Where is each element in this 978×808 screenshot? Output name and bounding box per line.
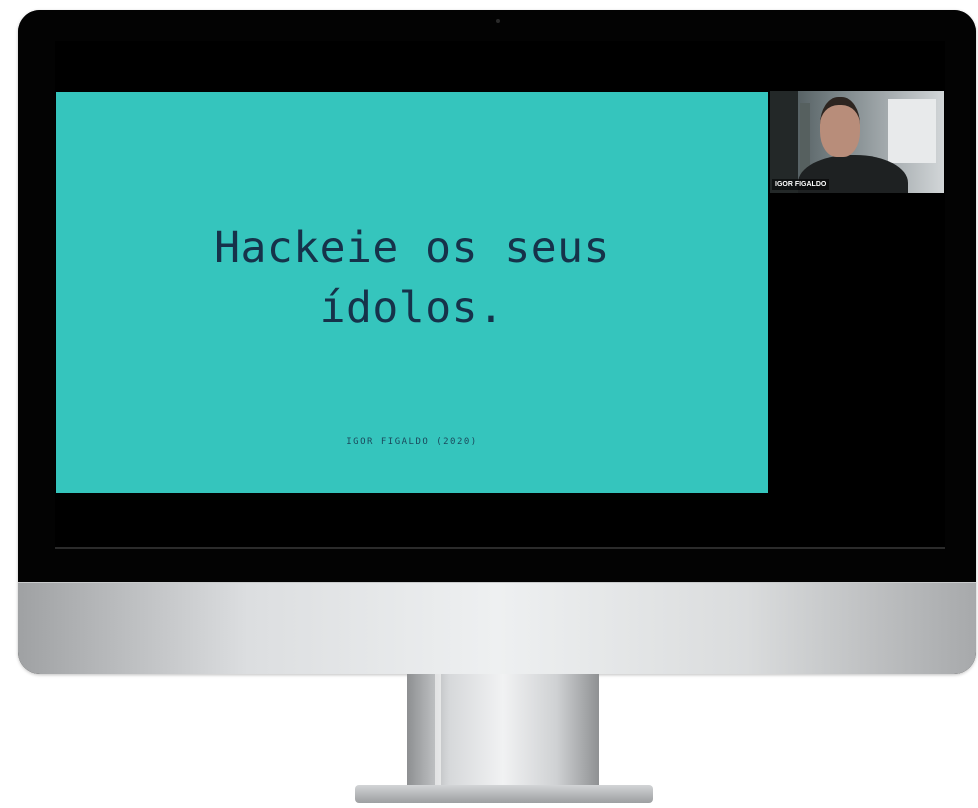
camera-icon bbox=[496, 19, 500, 23]
monitor-bezel: Hackeie os seus ídolos. IGOR FIGALDO (20… bbox=[18, 10, 976, 582]
video-background bbox=[770, 91, 798, 193]
stand-highlight bbox=[435, 674, 441, 792]
monitor-stand bbox=[407, 674, 599, 792]
slide-title-line-1: Hackeie os seus bbox=[214, 223, 610, 273]
participant-face bbox=[820, 97, 860, 157]
video-background bbox=[888, 99, 936, 163]
participant-video-tile[interactable]: IGOR FIGALDO bbox=[770, 91, 944, 193]
slide-footer: IGOR FIGALDO (2020) bbox=[346, 437, 478, 447]
slide-title-line-2: ídolos. bbox=[319, 283, 505, 333]
shared-presentation-slide: Hackeie os seus ídolos. IGOR FIGALDO (20… bbox=[56, 92, 768, 493]
video-call-screen: Hackeie os seus ídolos. IGOR FIGALDO (20… bbox=[55, 41, 945, 549]
monitor: Hackeie os seus ídolos. IGOR FIGALDO (20… bbox=[18, 10, 976, 674]
slide-title: Hackeie os seus ídolos. bbox=[56, 218, 768, 338]
monitor-stand-foot bbox=[355, 785, 653, 803]
participant-name-label: IGOR FIGALDO bbox=[772, 179, 830, 190]
monitor-chin bbox=[18, 582, 976, 674]
